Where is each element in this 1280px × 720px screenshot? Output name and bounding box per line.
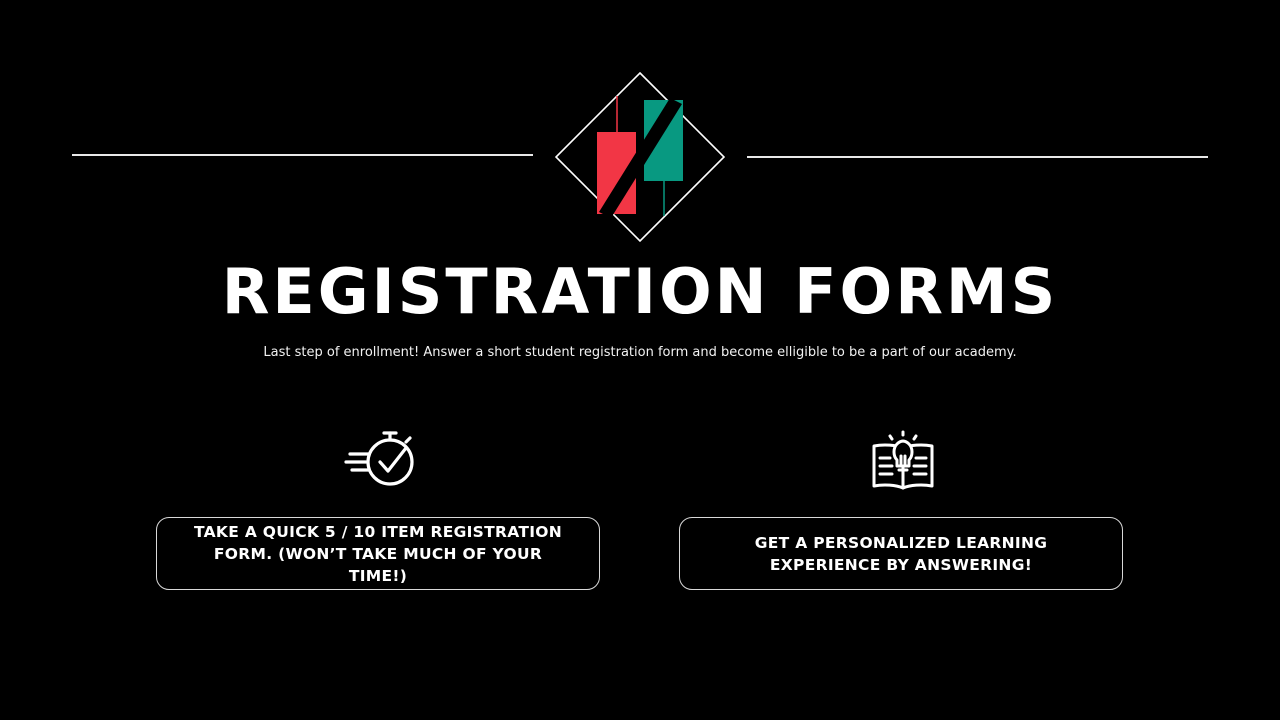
slide: REGISTRATION FORMS Last step of enrollme… xyxy=(0,0,1280,720)
divider-left xyxy=(72,154,533,156)
page-title: REGISTRATION FORMS xyxy=(221,255,1059,328)
feature-card-text: GET A PERSONALIZED LEARNING EXPERIENCE B… xyxy=(754,533,1048,574)
stopwatch-check-icon xyxy=(344,431,414,486)
page-subtitle: Last step of enrollment! Answer a short … xyxy=(263,345,1017,360)
candlestick-logo-icon xyxy=(555,72,725,242)
feature-card-personalized: GET A PERSONALIZED LEARNING EXPERIENCE B… xyxy=(679,517,1123,590)
feature-card-quick-form: TAKE A QUICK 5 / 10 ITEM REGISTRATION FO… xyxy=(156,517,600,590)
divider-right xyxy=(747,156,1208,158)
lightbulb-book-icon xyxy=(872,430,934,490)
feature-card-text: TAKE A QUICK 5 / 10 ITEM REGISTRATION FO… xyxy=(193,522,563,585)
